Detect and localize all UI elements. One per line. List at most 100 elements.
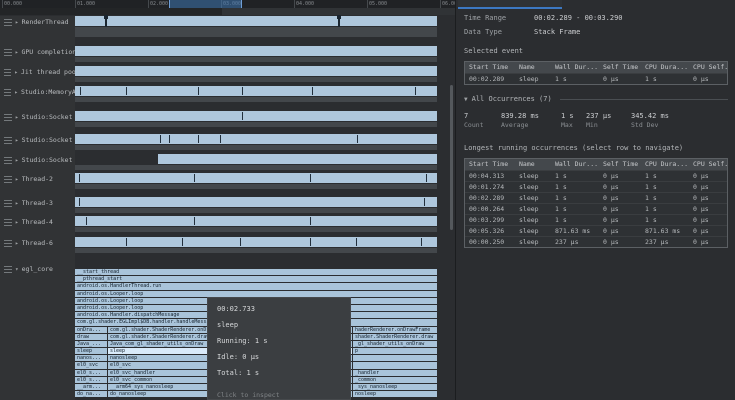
drag-handle-icon[interactable] xyxy=(4,49,12,56)
drag-handle-icon[interactable] xyxy=(4,240,12,247)
table-row[interactable]: 00:02.289 sleep 1 s 0 µs 1 s 0 µs xyxy=(465,192,727,203)
drag-handle-icon[interactable] xyxy=(4,69,12,76)
thread-track-header[interactable]: ▾ egl_core xyxy=(0,261,75,400)
running-state-bar[interactable] xyxy=(75,134,437,144)
thread-track-header[interactable]: ▸ RenderThread xyxy=(0,16,75,46)
flame-frame[interactable]: do_na... xyxy=(75,391,107,398)
flame-frame[interactable]: __arm... xyxy=(75,384,107,391)
column-header[interactable]: Name xyxy=(515,159,551,170)
thread-track-row[interactable]: ▸ Thread-6 xyxy=(0,237,455,261)
running-state-bar[interactable] xyxy=(75,86,437,96)
thread-track-header[interactable]: ▸ Studio:Socket xyxy=(0,111,75,134)
column-header[interactable]: Name xyxy=(515,62,551,73)
flame-frame[interactable]: _handler xyxy=(353,369,437,376)
column-header[interactable]: Wall Dur... xyxy=(551,159,599,170)
expand-arrow-icon[interactable]: ▸ xyxy=(15,136,19,145)
running-state-bar[interactable] xyxy=(75,173,437,183)
thread-track-header[interactable]: ▸ Thread-6 xyxy=(0,237,75,261)
flame-frame[interactable]: android.os.HandlerThread.run xyxy=(75,283,437,290)
flame-frame[interactable]: nosleep xyxy=(353,391,437,398)
column-header[interactable]: Start Time xyxy=(465,62,515,73)
expand-arrow-icon[interactable]: ▸ xyxy=(15,156,19,165)
thread-track-lane[interactable] xyxy=(75,173,455,197)
thread-track-row[interactable]: ▸ Studio:Socket xyxy=(0,154,455,173)
flame-frame[interactable]: el0_s... xyxy=(75,369,107,376)
flame-frame[interactable]: p xyxy=(353,348,437,355)
expand-arrow-icon[interactable]: ▸ xyxy=(14,88,18,97)
flame-frame[interactable]: haderRenderer.onDrawFrame xyxy=(353,326,437,333)
thread-track-lane[interactable] xyxy=(75,237,455,261)
thread-track-lane[interactable] xyxy=(75,86,455,111)
column-header[interactable]: CPU Self... xyxy=(689,159,727,170)
flame-frame[interactable]: android.os.Looper.loop xyxy=(75,290,437,297)
column-header[interactable]: CPU Dura... xyxy=(641,159,689,170)
expand-arrow-icon[interactable]: ▸ xyxy=(15,199,19,208)
column-header[interactable]: Self Time xyxy=(599,62,641,73)
column-header[interactable]: Wall Dur... xyxy=(551,62,599,73)
analysis-tab[interactable] xyxy=(458,0,562,9)
flame-frame[interactable]: shader.ShaderRenderer.draw xyxy=(353,333,437,340)
expand-arrow-icon[interactable]: ▸ xyxy=(15,175,19,184)
running-state-bar[interactable] xyxy=(75,16,437,26)
table-row[interactable]: 00:00.250 sleep 237 µs 0 µs 237 µs 0 µs xyxy=(465,236,727,247)
ruler-selection-range[interactable] xyxy=(169,0,243,8)
column-header[interactable]: CPU Self... xyxy=(689,62,727,73)
thread-track-row[interactable]: ▸ Studio:MemoryAg xyxy=(0,86,455,111)
drag-handle-icon[interactable] xyxy=(4,200,12,207)
flame-frame[interactable]: draw xyxy=(75,333,107,340)
expand-arrow-icon[interactable]: ▸ xyxy=(14,68,18,77)
flame-frame[interactable]: __pthread_start xyxy=(75,276,437,283)
drag-handle-icon[interactable] xyxy=(4,219,12,226)
flame-frame[interactable]: _common xyxy=(353,376,437,383)
flame-frame[interactable]: _gl_shader_utils_onDraw xyxy=(353,340,437,348)
drag-handle-icon[interactable] xyxy=(4,89,12,96)
thread-track-lane[interactable] xyxy=(75,134,455,154)
thread-track-row[interactable]: ▸ Studio:Socket xyxy=(0,134,455,154)
expand-arrow-icon[interactable]: ▸ xyxy=(15,18,19,27)
flame-frame[interactable]: __start_thread xyxy=(75,269,437,276)
thread-track-lane[interactable] xyxy=(75,154,455,173)
thread-track-lane[interactable] xyxy=(75,15,455,46)
time-ruler[interactable]: 00.00001.00002.00003.00004.00005.00006.0… xyxy=(0,0,455,8)
expand-arrow-icon[interactable]: ▸ xyxy=(15,239,19,248)
drag-handle-icon[interactable] xyxy=(4,114,12,121)
collapse-arrow-icon[interactable]: ▾ xyxy=(15,265,19,274)
running-state-bar[interactable] xyxy=(158,154,437,164)
flame-frame[interactable]: el0_svc xyxy=(75,362,107,369)
flame-frame[interactable] xyxy=(353,355,437,362)
thread-track-header[interactable]: ▸ GPU completion xyxy=(0,46,75,66)
thread-track-header[interactable]: ▸ Thread-4 xyxy=(0,216,75,237)
running-state-bar[interactable] xyxy=(75,46,437,56)
drag-handle-icon[interactable] xyxy=(4,137,12,144)
flame-frame[interactable]: sleep xyxy=(75,348,107,355)
thread-track-row[interactable]: ▸ Jit thread pool xyxy=(0,66,455,86)
running-state-bar[interactable] xyxy=(75,66,437,76)
drag-handle-icon[interactable] xyxy=(4,157,12,164)
thread-track-header[interactable]: ▸ Thread-3 xyxy=(0,197,75,216)
vertical-scrollbar[interactable] xyxy=(450,85,453,230)
expand-arrow-icon[interactable]: ▸ xyxy=(15,48,19,57)
thread-track-header[interactable]: ▸ Jit thread pool xyxy=(0,66,75,86)
expand-arrow-icon[interactable]: ▸ xyxy=(15,218,19,227)
running-state-bar[interactable] xyxy=(75,237,437,247)
drag-handle-icon[interactable] xyxy=(4,19,12,26)
running-state-bar[interactable] xyxy=(75,197,437,207)
flame-frame[interactable]: onDra... xyxy=(75,326,107,333)
collapse-arrow-icon[interactable]: ▼ xyxy=(464,96,468,103)
thread-track-row[interactable]: ▸ Thread-2 xyxy=(0,173,455,197)
thread-track-row[interactable]: ▸ Thread-4 xyxy=(0,216,455,237)
flame-frame[interactable]: el0_s... xyxy=(75,376,107,383)
table-row[interactable]: 00:02.289 sleep 1 s 0 µs 1 s 0 µs xyxy=(465,73,727,84)
flame-frame[interactable]: _sys_nanosleep xyxy=(353,384,437,391)
column-header[interactable]: Start Time xyxy=(465,159,515,170)
flame-frame[interactable] xyxy=(353,362,437,369)
table-row[interactable]: 00:00.264 sleep 1 s 0 µs 1 s 0 µs xyxy=(465,203,727,214)
table-row[interactable]: 00:03.299 sleep 1 s 0 µs 1 s 0 µs xyxy=(465,214,727,225)
thread-track-row[interactable]: ▸ GPU completion xyxy=(0,46,455,66)
thread-track-lane[interactable] xyxy=(75,46,455,66)
thread-track-header[interactable]: ▸ Studio:Socket xyxy=(0,134,75,154)
thread-track-header[interactable]: ▸ Thread-2 xyxy=(0,173,75,197)
thread-track-row[interactable]: ▸ Thread-3 xyxy=(0,197,455,216)
thread-track-row[interactable]: ▸ Studio:Socket xyxy=(0,111,455,134)
column-header[interactable]: CPU Dura... xyxy=(641,62,689,73)
